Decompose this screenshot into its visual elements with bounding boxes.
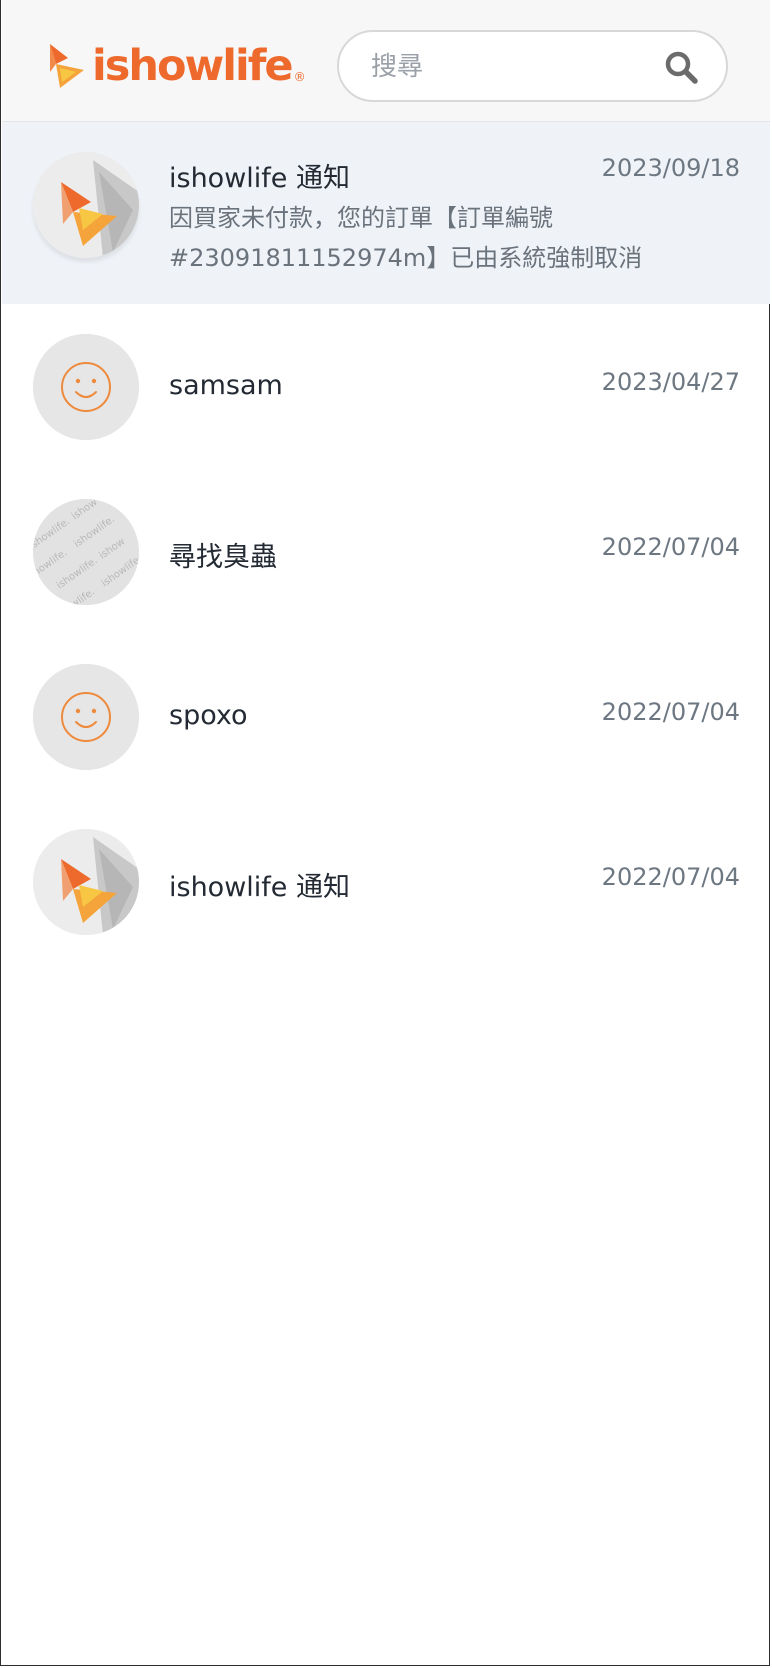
conversation-name: ishowlife 通知 [169, 163, 350, 194]
conversation-name: samsam [169, 370, 283, 401]
ishowlife-avatar [33, 152, 139, 258]
conversation-item[interactable]: spoxo 2022/07/04 [2, 634, 770, 799]
conversation-date: 2023/04/27 [601, 368, 740, 396]
butterfly-logo-icon [50, 44, 84, 88]
search-icon[interactable] [664, 50, 700, 86]
header: ishowlife ® [2, 0, 770, 122]
conversation-name: spoxo [169, 700, 248, 731]
registered-mark: ® [293, 70, 306, 84]
conversation-name: ishowlife 通知 [169, 872, 350, 903]
conversation-item[interactable]: ishowlife 通知 2022/07/04 [2, 799, 770, 964]
ishowlife-logo[interactable]: ishowlife ® [46, 40, 306, 92]
message-preview: 因買家未付款，您的訂單【訂單編號 #23091811152974m】已由系統強制… [169, 198, 689, 278]
watermark-pattern-avatar: ishowlife. ishow ishowlife. ishowlife. i… [33, 499, 139, 605]
message-preview-line: #23091811152974m】已由系統強制取消 [169, 244, 643, 272]
logo-text: ishowlife [92, 40, 294, 91]
search-box [337, 30, 728, 102]
conversation-date: 2022/07/04 [601, 698, 740, 726]
conversation-name: 尋找臭蟲 [169, 542, 277, 573]
message-preview-line: 因買家未付款，您的訂單【訂單編號 [169, 204, 553, 232]
conversation-date: 2022/07/04 [601, 863, 740, 891]
chat-list-panel: ishowlife ® 搜尋 ishowlife 通知 2023/09/18 因… [0, 0, 770, 1666]
ishowlife-avatar [33, 829, 139, 935]
conversation-item[interactable]: ishowlife. ishow ishowlife. ishowlife. i… [2, 469, 770, 634]
smiley-avatar [33, 664, 139, 770]
conversation-item[interactable]: ishowlife 通知 2023/09/18 因買家未付款，您的訂單【訂單編號… [2, 122, 770, 304]
conversation-date: 2023/09/18 [601, 154, 740, 182]
conversation-item[interactable]: samsam 2023/04/27 [2, 304, 770, 469]
conversation-date: 2022/07/04 [601, 533, 740, 561]
smiley-avatar [33, 334, 139, 440]
search-input[interactable] [369, 46, 653, 88]
conversation-list: ishowlife 通知 2023/09/18 因買家未付款，您的訂單【訂單編號… [2, 122, 770, 964]
